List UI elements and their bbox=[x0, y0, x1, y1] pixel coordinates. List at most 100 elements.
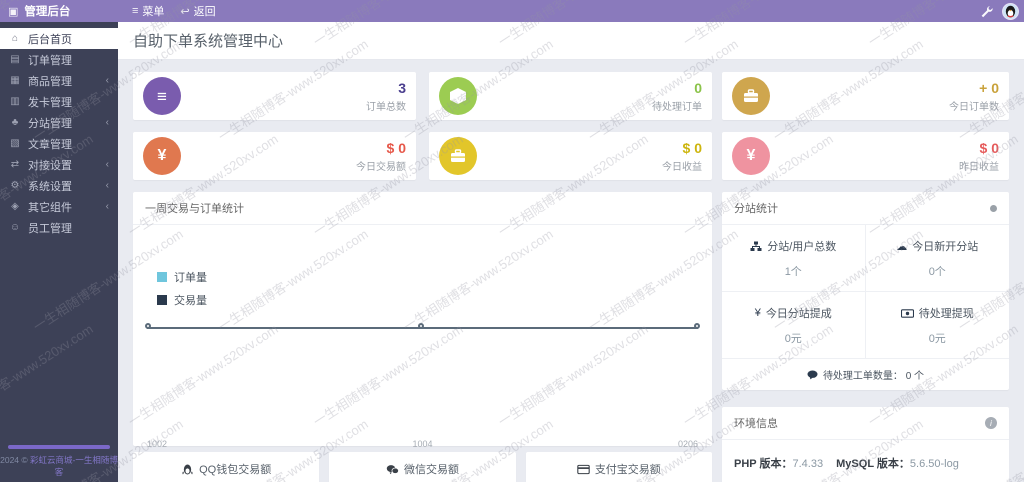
brand-title: 管理后台 bbox=[24, 6, 71, 18]
sidebar: ⌂ 后台首页 ▤ 订单管理 ▦ 商品管理 ‹ ▥ 发卡管理 ♣ 分站管理 ‹ ▧… bbox=[0, 22, 118, 482]
sidebar-item-branch[interactable]: ♣ 分站管理 ‹ bbox=[0, 112, 118, 133]
sidebar-item-label: 其它组件 bbox=[28, 201, 72, 214]
comment-icon bbox=[807, 370, 818, 379]
yen-icon: ¥ bbox=[143, 137, 181, 175]
stat-value: $ 0 bbox=[682, 139, 702, 156]
pay-label: 微信交易额 bbox=[403, 464, 459, 476]
chevron-left-icon: ‹ bbox=[105, 117, 109, 128]
sidebar-item-label: 后台首页 bbox=[28, 33, 72, 46]
stat-value: $ 0 bbox=[979, 139, 999, 156]
sidebar-footer: 2024 © 彩虹云商城-一生相随博客 bbox=[0, 445, 118, 478]
legend-item-orders[interactable]: 订单量 bbox=[157, 269, 207, 285]
chevron-left-icon: ‹ bbox=[105, 75, 109, 86]
x-tick: 0206 bbox=[677, 439, 698, 449]
data-point[interactable] bbox=[145, 323, 151, 329]
stat-card-today-amount: ¥ $ 0 今日交易额 bbox=[133, 132, 416, 180]
home-icon: ⌂ bbox=[11, 33, 19, 44]
stat-label: 今日交易额 bbox=[356, 161, 406, 173]
sidebar-item-staff[interactable]: ☺ 员工管理 bbox=[0, 217, 118, 238]
stat-card-order-total: ≡ 3 订单总数 bbox=[133, 72, 416, 120]
sidebar-item-goods[interactable]: ▦ 商品管理 ‹ bbox=[0, 70, 118, 91]
data-point[interactable] bbox=[694, 323, 700, 329]
branch-cell-label: 今日分站提成 bbox=[765, 308, 832, 320]
sidebar-item-label: 商品管理 bbox=[28, 75, 72, 88]
briefcase-icon bbox=[732, 77, 770, 115]
branch-cell-value: 0个 bbox=[928, 266, 946, 278]
php-version-value: 7.4.33 bbox=[792, 458, 824, 470]
page-title: 自助下单系统管理中心 bbox=[133, 33, 284, 50]
pay-label: QQ钱包交易额 bbox=[199, 464, 272, 476]
env-info-panel: 环境信息 i PHP 版本：7.4.33 MySQL 版本：5.6.50-log… bbox=[722, 407, 1009, 482]
back-link[interactable]: ↩ 返回 bbox=[180, 3, 215, 19]
sidebar-item-label: 订单管理 bbox=[28, 54, 72, 67]
env-panel-title: 环境信息 bbox=[734, 418, 778, 430]
qq-penguin-avatar-icon bbox=[1005, 5, 1016, 17]
sidebar-progress-bar bbox=[8, 445, 110, 449]
gear-icon: ⚙ bbox=[10, 180, 20, 191]
legend-item-volume[interactable]: 交易量 bbox=[157, 292, 207, 308]
briefcase-icon bbox=[439, 137, 477, 175]
back-label: 返回 bbox=[193, 6, 216, 18]
env-row-versions: PHP 版本：7.4.33 MySQL 版本：5.6.50-log bbox=[734, 455, 997, 471]
stat-value: 0 bbox=[694, 79, 702, 96]
stat-value: $ 0 bbox=[386, 139, 406, 156]
article-icon: ▧ bbox=[10, 138, 20, 149]
alipay-card-icon bbox=[577, 464, 590, 474]
php-version-label: PHP 版本： bbox=[734, 458, 793, 470]
stat-label: 今日订单数 bbox=[949, 101, 999, 113]
sidebar-item-label: 员工管理 bbox=[28, 222, 72, 235]
pay-card-alipay: 支付宝交易额 0元 bbox=[525, 452, 712, 482]
branch-cell-users: 分站/用户总数 1个 bbox=[722, 225, 866, 292]
staff-icon: ☺ bbox=[9, 222, 21, 233]
page-header: 自助下单系统管理中心 bbox=[118, 22, 1024, 60]
line-chart: 订单量 交易量 1002 1004 0206 bbox=[133, 225, 712, 449]
sidebar-item-components[interactable]: ◈ 其它组件 ‹ bbox=[0, 196, 118, 217]
branch-cell-label: 今日新开分站 bbox=[912, 241, 979, 253]
qq-icon bbox=[182, 464, 193, 474]
copyright-link[interactable]: 彩虹云商城-一生相随博客 bbox=[30, 455, 118, 477]
hexagon-icon bbox=[439, 77, 477, 115]
menu-toggle[interactable]: ≡ 菜单 bbox=[132, 3, 164, 19]
branch-cell-value: 0元 bbox=[928, 333, 946, 345]
sidebar-item-articles[interactable]: ▧ 文章管理 bbox=[0, 133, 118, 154]
branch-cell-commission: ¥ 今日分站提成 0元 bbox=[722, 292, 866, 358]
chevron-left-icon: ‹ bbox=[105, 159, 109, 170]
data-point[interactable] bbox=[417, 323, 424, 329]
wrench-icon[interactable] bbox=[980, 5, 993, 18]
sidebar-item-label: 对接设置 bbox=[28, 159, 72, 172]
back-arrow-icon: ↩ bbox=[180, 5, 190, 18]
stat-value: 3 bbox=[398, 79, 406, 96]
branch-cell-value: 1个 bbox=[784, 266, 802, 278]
sidebar-item-label: 发卡管理 bbox=[28, 96, 72, 109]
stat-card-today-orders: + 0 今日订单数 bbox=[722, 72, 1009, 120]
menu-label: 菜单 bbox=[142, 6, 165, 18]
avatar[interactable] bbox=[1002, 2, 1019, 20]
pay-card-wechat: 微信交易额 0元 bbox=[329, 452, 516, 482]
chart-title: 一周交易与订单统计 bbox=[145, 203, 244, 215]
mysql-version-value: 5.6.50-log bbox=[909, 458, 959, 470]
sidebar-item-docking[interactable]: ⇄ 对接设置 ‹ bbox=[0, 154, 118, 175]
stat-label: 今日收益 bbox=[662, 161, 702, 173]
info-icon[interactable]: i bbox=[985, 417, 997, 429]
hamburger-icon: ≡ bbox=[132, 5, 139, 17]
sidebar-item-settings[interactable]: ⚙ 系统设置 ‹ bbox=[0, 175, 118, 196]
x-tick: 1002 bbox=[147, 439, 168, 449]
branch-cell-withdrawals: 待处理提现 0元 bbox=[866, 292, 1010, 358]
sidebar-item-cards[interactable]: ▥ 发卡管理 bbox=[0, 91, 118, 112]
stat-card-today-income: $ 0 今日收益 bbox=[429, 132, 712, 180]
stat-label: 昨日收益 bbox=[959, 161, 999, 173]
chart-panel: 一周交易与订单统计 订单量 交易量 1002 1004 0206 bbox=[133, 192, 712, 449]
copyright-text: 2024 © bbox=[0, 455, 31, 465]
branch-cell-new-sites: ☁ 今日新开分站 0个 bbox=[865, 225, 1009, 292]
status-dot-icon bbox=[990, 204, 997, 212]
sidebar-item-dashboard[interactable]: ⌂ 后台首页 bbox=[0, 28, 118, 49]
sidebar-item-orders[interactable]: ▤ 订单管理 bbox=[0, 49, 118, 70]
brand-cube-icon: ▣ bbox=[8, 5, 19, 18]
main-area: 自助下单系统管理中心 ≡ 3 订单总数 0 待处理订单 ¥ $ 0 今日交易额 … bbox=[118, 22, 1024, 482]
legend-label: 订单量 bbox=[174, 272, 207, 284]
tickets-pending-text: 待处理工单数量： 0 个 bbox=[822, 371, 925, 382]
link-icon: ⇄ bbox=[10, 159, 20, 170]
branch-panel-title: 分站统计 bbox=[734, 203, 778, 215]
wechat-icon bbox=[386, 464, 399, 474]
card-icon: ▥ bbox=[10, 96, 20, 107]
